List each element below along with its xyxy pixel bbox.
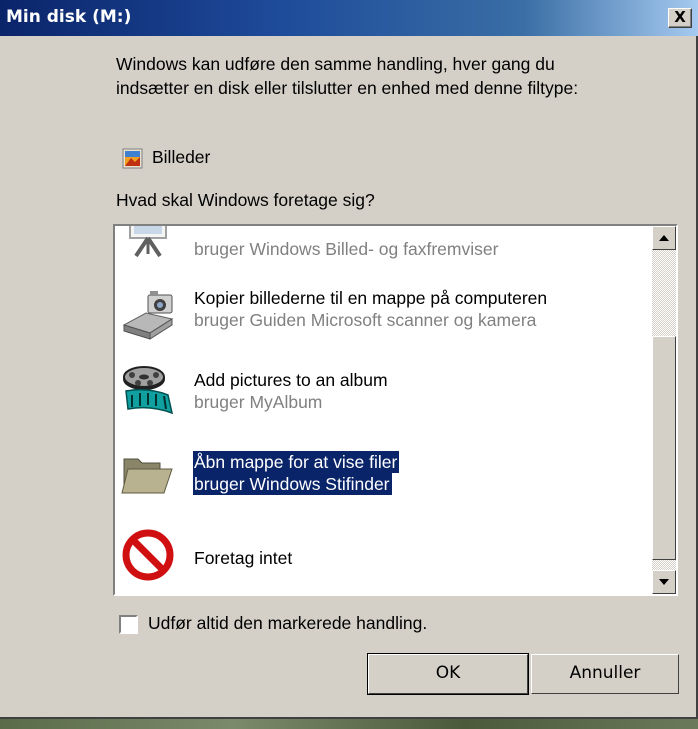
scroll-down-button[interactable]	[652, 570, 676, 594]
autoplay-dialog: Min disk (M:) X Windows kan udføre den s…	[0, 0, 698, 719]
intro-text: Windows kan udføre den samme handling, h…	[116, 52, 686, 100]
action-subtitle: bruger Guiden Microsoft scanner og kamer…	[194, 310, 537, 330]
action-title: Add pictures to an album	[194, 370, 388, 390]
camera-scanner-icon	[122, 291, 174, 340]
action-title: Kopier billederne til en mappe på comput…	[194, 288, 548, 308]
cancel-button[interactable]: Annuller	[531, 654, 679, 694]
action-subtitle: bruger Windows Billed- og faxfremviser	[194, 239, 499, 259]
intro-line-2: indsætter en disk eller tilslutter en en…	[116, 78, 579, 98]
window-title: Min disk (M:)	[6, 7, 132, 27]
intro-line-1: Windows kan udføre den samme handling, h…	[116, 54, 555, 74]
arrow-up-icon	[659, 235, 669, 241]
picture-viewer-icon	[129, 226, 167, 258]
film-reel-icon	[123, 366, 174, 415]
list-item[interactable]: Åbn mappe for at vise filer bruger Windo…	[115, 445, 640, 515]
action-subtitle: bruger MyAlbum	[194, 392, 323, 412]
no-entry-icon	[122, 529, 174, 581]
action-subtitle: bruger Windows Stifinder	[193, 473, 392, 495]
vertical-scrollbar[interactable]	[652, 226, 676, 594]
list-item[interactable]: Add pictures to an album bruger MyAlbum	[115, 363, 640, 433]
folder-icon	[121, 458, 173, 494]
pictures-icon	[122, 148, 143, 169]
always-do-label[interactable]: Udfør altid den markerede handling.	[148, 613, 427, 634]
action-list[interactable]: bruger Windows Billed- og faxfremviser K…	[113, 224, 678, 596]
list-item[interactable]: Kopier billederne til en mappe på comput…	[115, 281, 640, 351]
list-item[interactable]: bruger Windows Billed- og faxfremviser	[115, 226, 640, 270]
desktop-background-strip	[0, 719, 698, 729]
always-do-checkbox[interactable]	[119, 615, 138, 634]
ok-button[interactable]: OK	[367, 653, 529, 695]
action-title: Foretag intet	[194, 548, 293, 568]
title-bar[interactable]: Min disk (M:) X	[0, 0, 698, 36]
action-title: Åbn mappe for at vise filer	[193, 451, 400, 473]
list-item[interactable]: Foretag intet	[115, 527, 640, 594]
scroll-up-button[interactable]	[652, 226, 676, 250]
scroll-thumb[interactable]	[652, 336, 676, 560]
arrow-down-icon	[659, 579, 669, 585]
question-label: Hvad skal Windows foretage sig?	[116, 190, 375, 210]
content-type-label: Billeder	[152, 147, 211, 167]
close-button[interactable]: X	[668, 8, 692, 28]
